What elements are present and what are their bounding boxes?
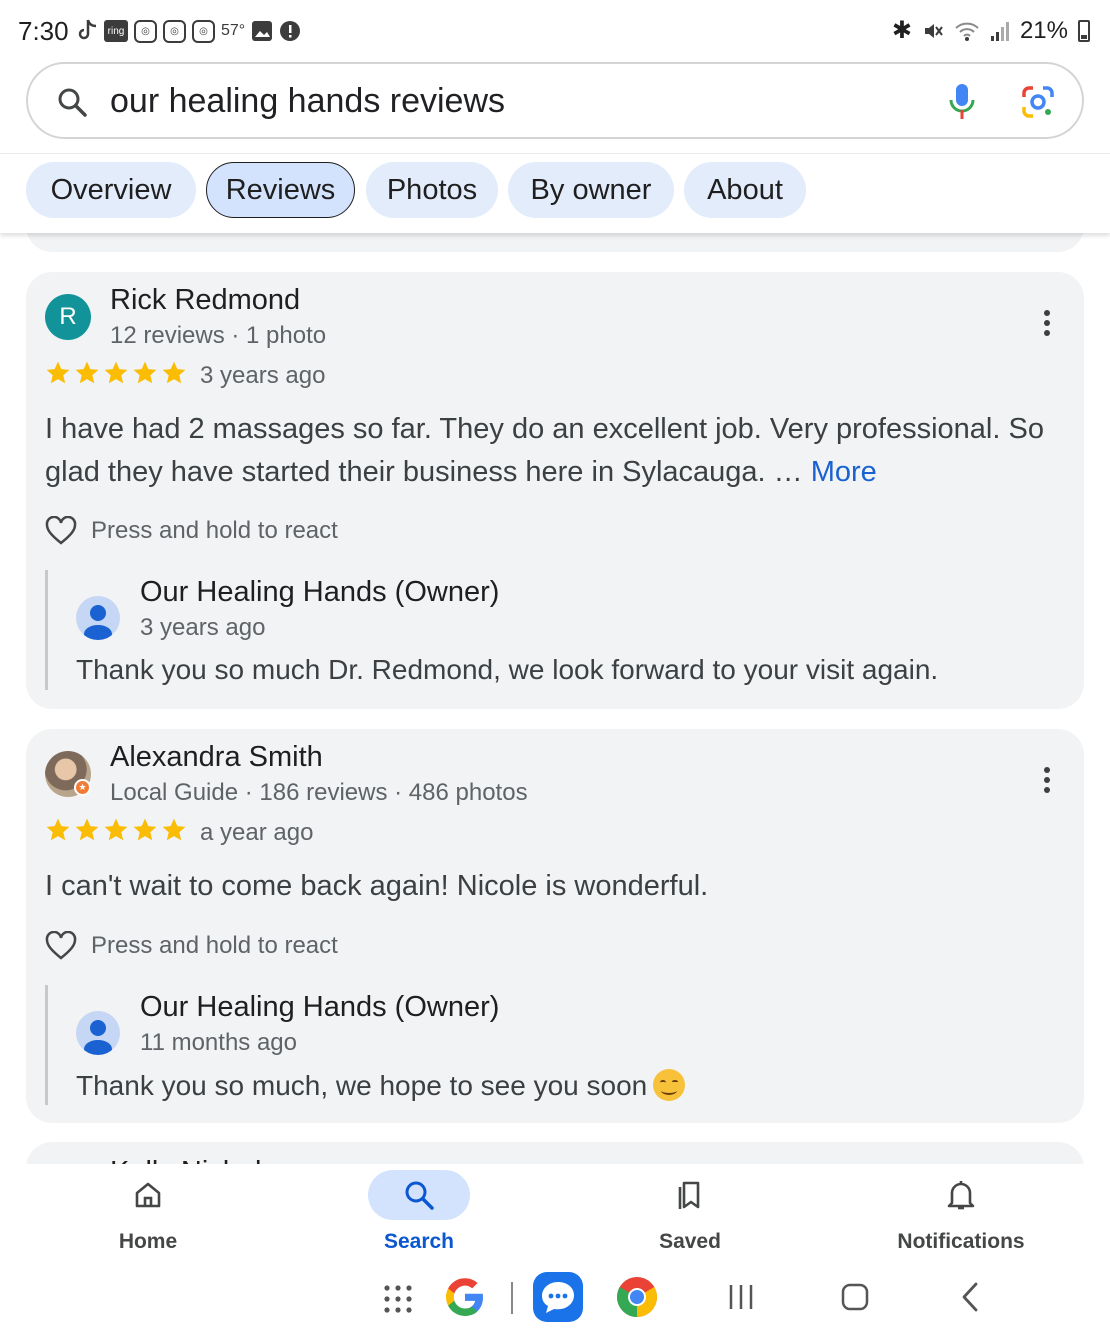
app-drawer-icon[interactable] xyxy=(373,1272,423,1322)
owner-name: Our Healing Hands (Owner) xyxy=(140,991,500,1023)
home-icon xyxy=(97,1170,199,1220)
owner-name: Our Healing Hands (Owner) xyxy=(140,576,500,608)
nav-search-label: Search xyxy=(383,1230,455,1253)
review-body: I have had 2 massages so far. They do an… xyxy=(45,413,1044,488)
star-icon xyxy=(75,818,99,841)
more-options-icon[interactable] xyxy=(1040,310,1054,340)
owner-response-time: 11 months ago xyxy=(140,1029,297,1056)
search-bar[interactable]: our healing hands reviews xyxy=(26,62,1084,139)
search-icon xyxy=(368,1170,470,1220)
dock-divider xyxy=(511,1282,513,1314)
reviewer-name[interactable]: Rick Redmond xyxy=(110,284,300,317)
instagram-icon: ◎ xyxy=(134,19,157,43)
nav-home-label: Home xyxy=(118,1230,178,1253)
tab-overview[interactable]: Overview xyxy=(26,162,196,218)
react-label: Press and hold to react xyxy=(91,517,338,544)
owner-response: Our Healing Hands (Owner) 3 years ago Th… xyxy=(45,570,1055,690)
section-tabs: Overview Reviews Photos By owner About xyxy=(0,153,1110,233)
messages-app-icon[interactable] xyxy=(533,1272,583,1322)
bluetooth-icon: ✱ xyxy=(891,17,912,44)
bottom-navigation: Home Search Saved Notifications xyxy=(0,1164,1110,1264)
star-icon xyxy=(104,361,128,384)
battery-percent: 21% xyxy=(1019,16,1068,44)
smiling-face-icon xyxy=(653,1069,686,1101)
notification-icons: ring ◎ ◎ ◎ 57° xyxy=(76,18,301,44)
nav-search[interactable]: Search xyxy=(339,1170,499,1254)
owner-avatar xyxy=(76,1011,120,1055)
battery-icon xyxy=(1078,19,1090,42)
react-button[interactable]: Press and hold to react xyxy=(45,931,338,961)
signal-icon xyxy=(990,21,1009,41)
google-app-icon[interactable] xyxy=(440,1272,490,1322)
tab-about[interactable]: About xyxy=(684,162,806,218)
system-navigation xyxy=(0,1264,1110,1333)
owner-response: Our Healing Hands (Owner) 11 months ago … xyxy=(45,985,1055,1105)
star-icon xyxy=(104,818,128,841)
reviewer-meta: 12 reviews · 1 photo xyxy=(110,322,327,349)
star-icon xyxy=(46,818,70,841)
saved-icon xyxy=(639,1170,741,1220)
star-icon xyxy=(46,361,70,384)
review-text: I have had 2 massages so far. They do an… xyxy=(45,408,1065,494)
owner-response-text: Thank you so much Dr. Redmond, we look f… xyxy=(76,654,939,685)
wifi-icon xyxy=(955,22,979,41)
star-rating xyxy=(45,817,187,843)
ring-icon: ring xyxy=(104,20,128,42)
tab-reviews[interactable]: Reviews xyxy=(206,162,355,218)
local-guide-badge-icon: ★ xyxy=(74,779,91,796)
review-text: I can't wait to come back again! Nicole … xyxy=(45,870,709,902)
avatar[interactable]: R xyxy=(45,294,91,340)
nav-home[interactable]: Home xyxy=(68,1170,228,1254)
google-lens-icon[interactable] xyxy=(1020,84,1056,120)
instagram-icon: ◎ xyxy=(163,19,186,43)
owner-avatar xyxy=(76,596,120,640)
alert-icon xyxy=(280,21,301,41)
microphone-icon[interactable] xyxy=(946,82,978,122)
chrome-app-icon[interactable] xyxy=(612,1272,662,1322)
owner-response-body: Thank you so much, we hope to see you so… xyxy=(76,1070,648,1101)
star-icon xyxy=(75,361,99,384)
star-icon xyxy=(133,361,157,384)
gallery-icon xyxy=(252,21,273,41)
star-rating xyxy=(45,360,187,386)
recent-apps-icon[interactable] xyxy=(716,1272,766,1322)
owner-response-text: Thank you so much, we hope to see you so… xyxy=(76,1069,686,1102)
nav-saved-label: Saved xyxy=(659,1230,721,1253)
review-card: ★ Alexandra Smith Local Guide · 186 revi… xyxy=(26,729,1084,1123)
owner-response-time: 3 years ago xyxy=(140,614,266,641)
more-options-icon[interactable] xyxy=(1040,767,1054,797)
star-icon xyxy=(162,361,186,384)
star-icon xyxy=(133,818,157,841)
react-button[interactable]: Press and hold to react xyxy=(45,516,338,546)
star-icon xyxy=(162,818,186,841)
more-link[interactable]: More xyxy=(811,456,877,488)
review-time: a year ago xyxy=(200,819,314,846)
tab-photos[interactable]: Photos xyxy=(366,162,498,218)
status-time: 7:30 xyxy=(18,16,69,46)
nav-saved[interactable]: Saved xyxy=(610,1170,770,1254)
bell-icon xyxy=(910,1170,1012,1220)
search-query[interactable]: our healing hands reviews xyxy=(110,82,505,121)
search-icon xyxy=(58,88,87,117)
review-time: 3 years ago xyxy=(200,362,326,389)
reviewer-meta: Local Guide · 186 reviews · 486 photos xyxy=(110,779,528,806)
nav-notifications[interactable]: Notifications xyxy=(881,1170,1041,1254)
mute-icon xyxy=(924,23,943,38)
tiktok-icon xyxy=(78,19,97,40)
reviewer-name[interactable]: Alexandra Smith xyxy=(110,741,323,774)
weather-temp: 57° xyxy=(221,22,246,39)
nav-notifications-label: Notifications xyxy=(897,1230,1025,1253)
instagram-icon: ◎ xyxy=(192,19,215,43)
heart-icon xyxy=(45,931,77,960)
status-bar: 7:30 ring ◎ ◎ ◎ 57° ✱ 21% xyxy=(0,0,1110,62)
home-button-icon[interactable] xyxy=(830,1272,880,1322)
review-card: R Rick Redmond 12 reviews · 1 photo 3 ye… xyxy=(26,272,1084,709)
heart-icon xyxy=(45,516,77,545)
react-label: Press and hold to react xyxy=(91,932,338,959)
system-status: ✱ 21% xyxy=(892,16,1090,45)
tab-by-owner[interactable]: By owner xyxy=(508,162,674,218)
back-icon[interactable] xyxy=(945,1272,995,1322)
